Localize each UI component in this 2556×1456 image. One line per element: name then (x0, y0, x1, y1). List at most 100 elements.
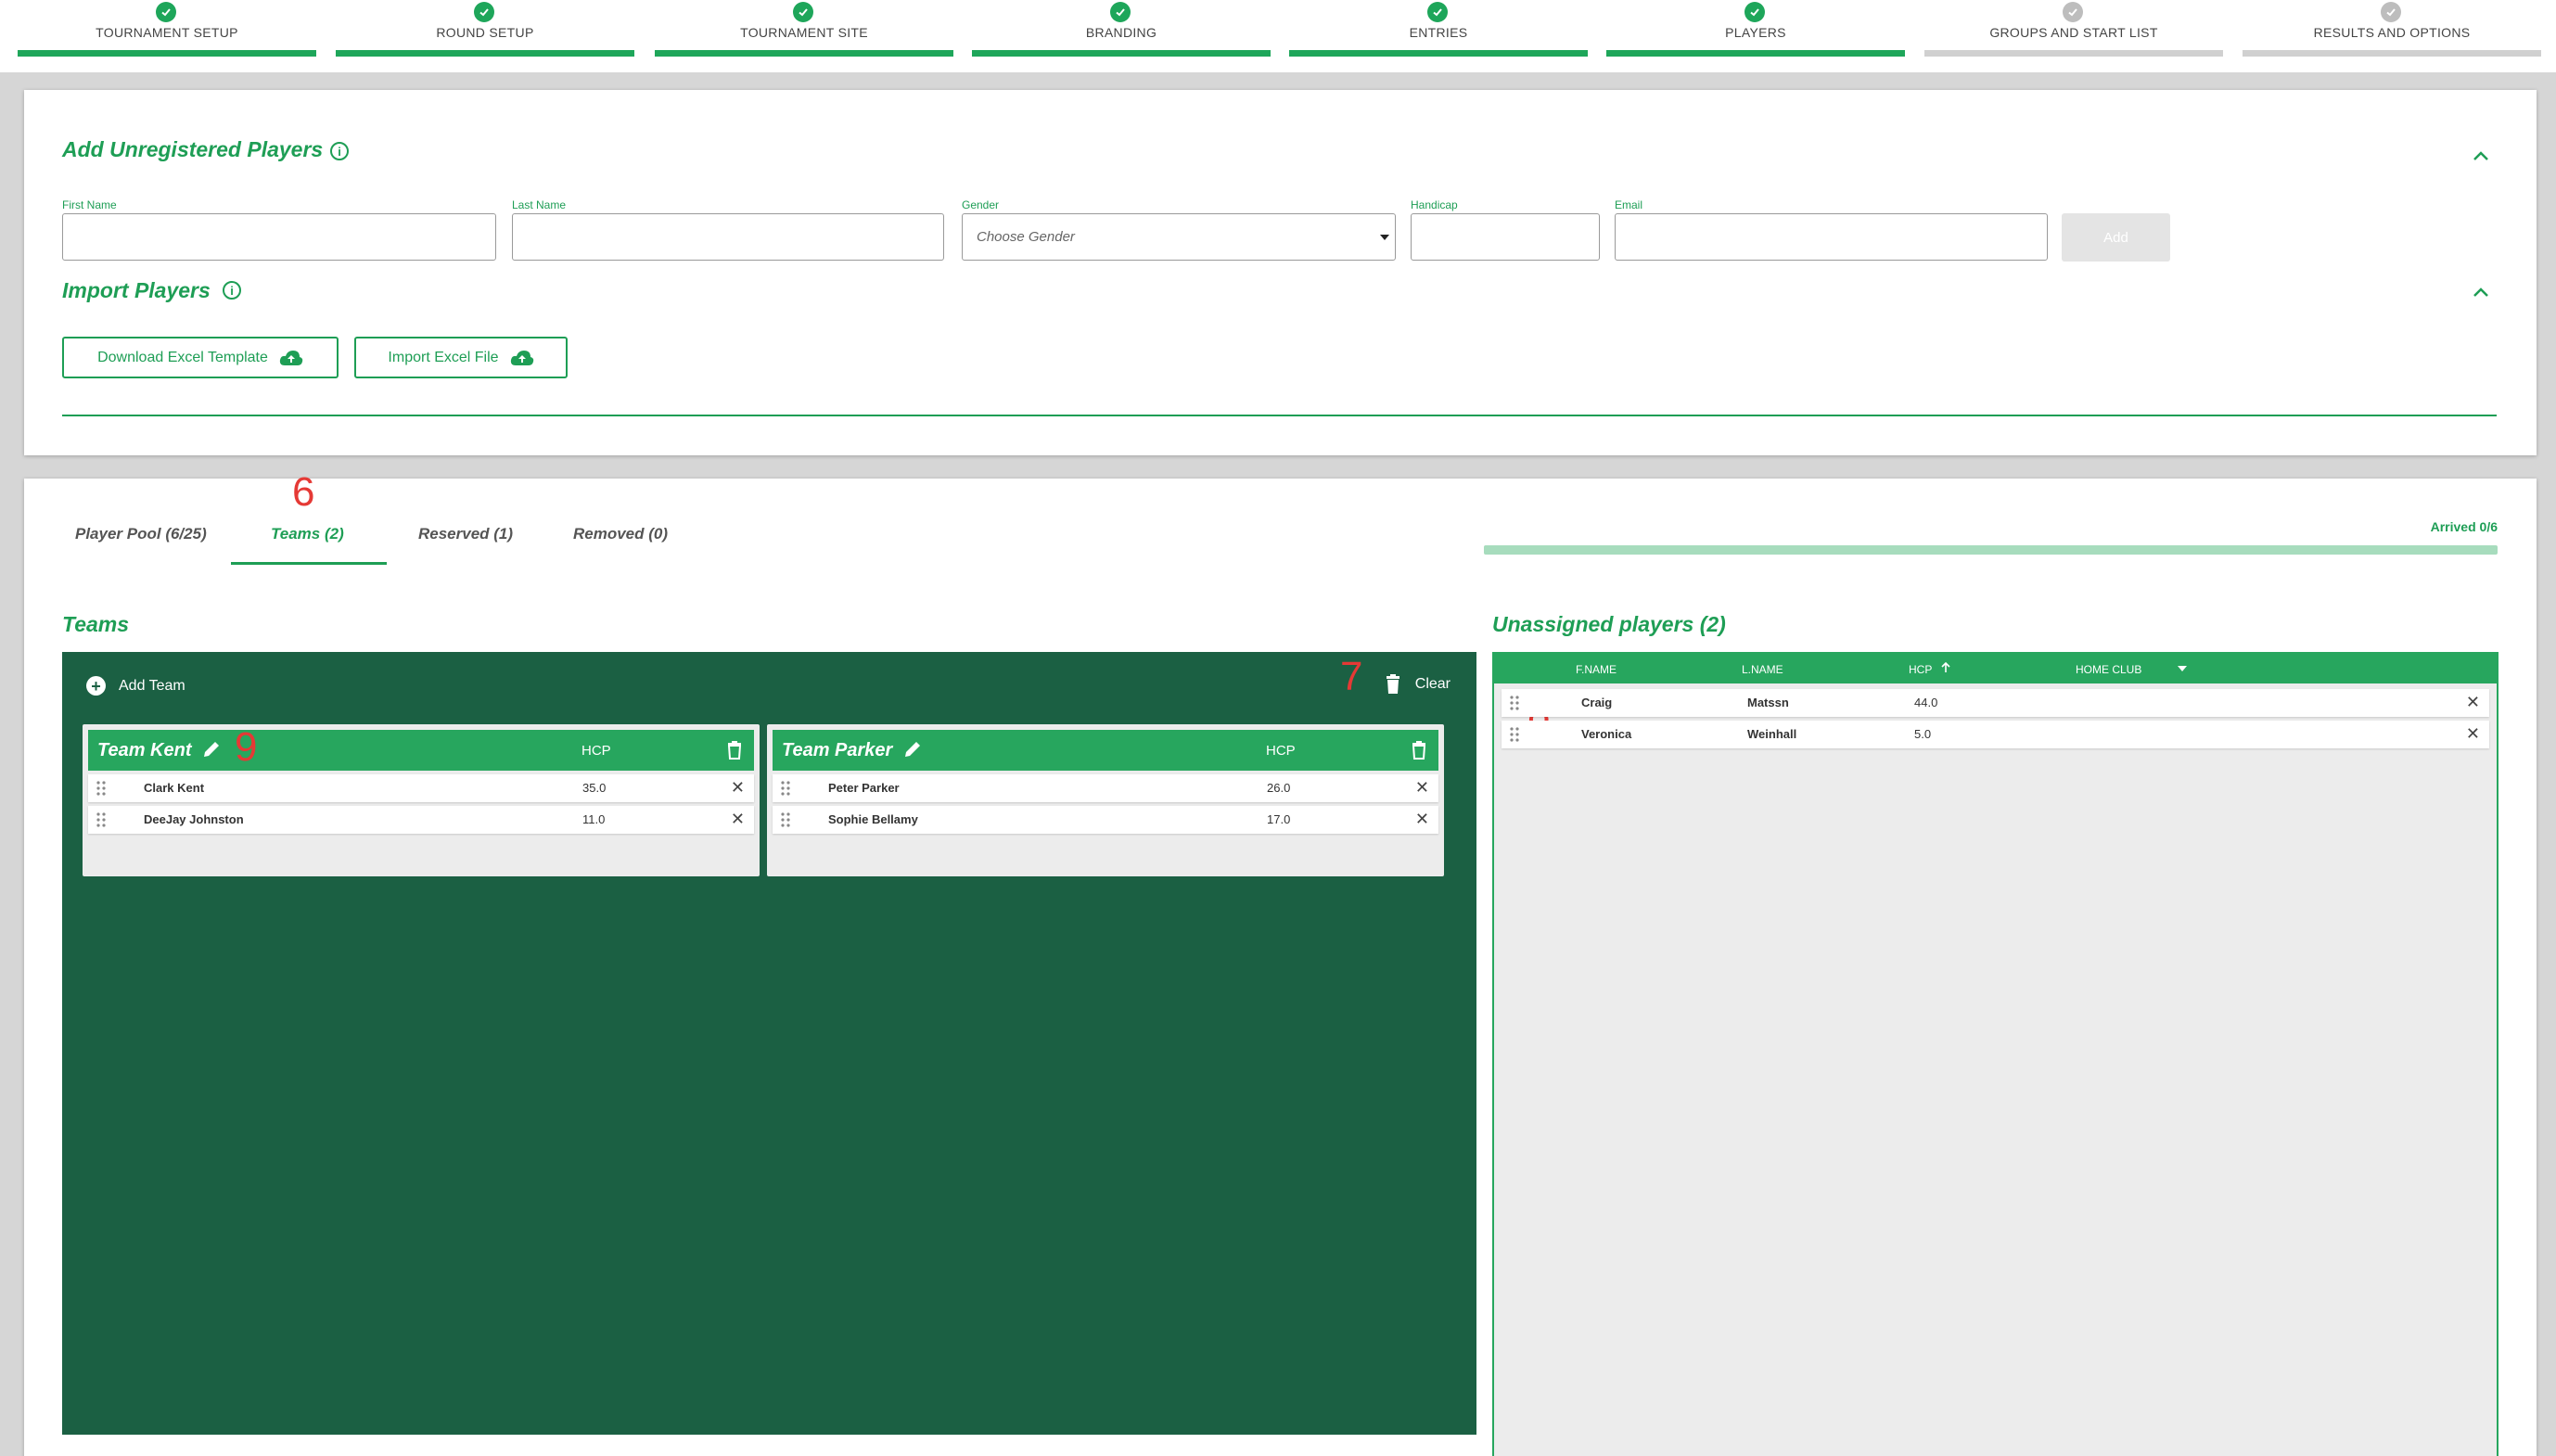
check-icon (793, 2, 813, 22)
email-label: Email (1615, 198, 1643, 211)
first-name-input[interactable] (62, 213, 496, 261)
team-player-row[interactable]: Clark Kent 35.0 ✕ (88, 774, 754, 802)
import-excel-file-button[interactable]: Import Excel File (354, 337, 568, 378)
player-hcp: 44.0 (1914, 696, 1938, 709)
step-label: ROUND SETUP (436, 25, 534, 40)
handicap-label: Handicap (1411, 198, 1458, 211)
tab-reserved[interactable]: Reserved (1) (418, 525, 513, 543)
plus-circle-icon: + (86, 676, 106, 696)
unassigned-table-header: F.NAME L.NAME HCP HOME CLUB (1494, 654, 2497, 683)
team-name: Team Kent (97, 740, 192, 760)
hcp-column-header[interactable]: HCP (1909, 663, 1932, 676)
download-excel-template-button[interactable]: Download Excel Template (62, 337, 339, 378)
player-name: Clark Kent (144, 781, 205, 795)
step-bar (336, 50, 634, 57)
player-assignment-card: Player Pool (6/25) Teams (2) Reserved (1… (24, 469, 2537, 1456)
step-branding[interactable]: BRANDING (972, 0, 1271, 57)
last-name-input[interactable] (512, 213, 944, 261)
tab-teams[interactable]: Teams (2) (271, 525, 344, 543)
home-club-column-header[interactable]: HOME CLUB (2076, 663, 2141, 676)
pencil-icon[interactable] (902, 739, 923, 760)
close-icon[interactable]: ✕ (731, 810, 745, 829)
tab-player-pool[interactable]: Player Pool (6/25) (75, 525, 207, 543)
add-players-card: Add Unregistered Players i First Name La… (24, 90, 2537, 455)
team-name: Team Parker (782, 740, 893, 760)
player-hcp: 11.0 (582, 812, 606, 826)
player-last-name: Weinhall (1747, 727, 1797, 741)
step-bar (972, 50, 1271, 57)
player-hcp: 17.0 (1267, 812, 1291, 826)
step-entries[interactable]: ENTRIES (1289, 0, 1588, 57)
active-tab-indicator (231, 562, 387, 565)
player-hcp: 35.0 (582, 781, 607, 795)
handicap-input[interactable] (1411, 213, 1600, 261)
caret-down-icon[interactable] (2178, 666, 2187, 671)
team-player-row[interactable]: Sophie Bellamy 17.0 ✕ (773, 806, 1438, 834)
drag-handle-icon[interactable] (780, 780, 791, 797)
drag-handle-icon[interactable] (1509, 726, 1520, 743)
cloud-upload-icon (510, 350, 533, 365)
last-name-label: Last Name (512, 198, 567, 211)
step-bar (1606, 50, 1905, 57)
arrived-progress-bar (1484, 545, 2498, 555)
player-name: Peter Parker (828, 781, 900, 795)
step-tournament-site[interactable]: TOURNAMENT SITE (655, 0, 953, 57)
first-name-label: First Name (62, 198, 117, 211)
add-team-label: Add Team (119, 677, 185, 694)
drag-handle-icon[interactable] (1509, 695, 1520, 711)
caret-down-icon (1380, 235, 1389, 240)
step-groups-and-start-list[interactable]: GROUPS AND START LIST (1924, 0, 2223, 57)
chevron-up-icon[interactable] (2470, 146, 2492, 168)
import-players-title: Import Players (62, 278, 211, 302)
close-icon[interactable]: ✕ (1415, 778, 1429, 798)
step-results-and-options[interactable]: RESULTS AND OPTIONS (2243, 0, 2541, 57)
player-last-name: Matssn (1747, 696, 1789, 709)
close-icon[interactable]: ✕ (731, 778, 745, 798)
annotation-9: 9 (235, 724, 258, 770)
lname-column-header[interactable]: L.NAME (1742, 663, 1783, 676)
player-hcp: 5.0 (1914, 727, 1932, 741)
info-icon[interactable]: i (330, 142, 349, 160)
check-icon (1110, 2, 1131, 22)
player-name: Sophie Bellamy (828, 812, 918, 826)
team-hcp-header: HCP (1266, 743, 1296, 759)
trash-icon[interactable] (728, 741, 741, 760)
progress-stepper: TOURNAMENT SETUP ROUND SETUP TOURNAMENT … (0, 0, 2556, 72)
close-icon[interactable]: ✕ (2466, 693, 2480, 712)
player-hcp: 26.0 (1267, 781, 1291, 795)
add-unregistered-title: Add Unregistered Players (62, 137, 324, 161)
team-player-row[interactable]: Peter Parker 26.0 ✕ (773, 774, 1438, 802)
close-icon[interactable]: ✕ (2466, 724, 2480, 744)
unassigned-player-row[interactable]: Veronica Weinhall 5.0 ✕ (1502, 721, 2489, 748)
step-round-setup[interactable]: ROUND SETUP (336, 0, 634, 57)
team-player-row[interactable]: DeeJay Johnston 11.0 ✕ (88, 806, 754, 834)
gender-label: Gender (962, 198, 1000, 211)
annotation-6: 6 (292, 469, 315, 515)
teams-panel: + Add Team 7 Clear Team Kent 9 HCP Clark… (62, 652, 1476, 1435)
fname-column-header[interactable]: F.NAME (1576, 663, 1617, 676)
clear-button[interactable]: Clear (1386, 674, 1451, 695)
info-icon[interactable]: i (223, 281, 241, 300)
close-icon[interactable]: ✕ (1415, 810, 1429, 829)
unassigned-players-panel: F.NAME L.NAME HCP HOME CLUB 8 Craig Mats… (1492, 652, 2498, 1456)
step-label: BRANDING (1085, 25, 1157, 40)
unassigned-player-row[interactable]: Craig Matssn 44.0 ✕ (1502, 689, 2489, 717)
email-input[interactable] (1615, 213, 2048, 261)
chevron-up-icon[interactable] (2470, 282, 2492, 304)
tab-removed[interactable]: Removed (0) (573, 525, 668, 543)
team-card[interactable]: Team Parker HCP Peter Parker 26.0 ✕ Soph… (767, 724, 1444, 876)
step-players[interactable]: PLAYERS (1606, 0, 1905, 57)
drag-handle-icon[interactable] (780, 811, 791, 828)
drag-handle-icon[interactable] (96, 811, 107, 828)
add-team-button[interactable]: + Add Team (86, 676, 185, 696)
pencil-icon[interactable] (201, 739, 222, 760)
gender-select[interactable]: Choose Gender (962, 213, 1396, 261)
team-card[interactable]: Team Kent 9 HCP Clark Kent 35.0 ✕ DeeJay… (83, 724, 760, 876)
add-button[interactable]: Add (2062, 213, 2170, 262)
drag-handle-icon[interactable] (96, 780, 107, 797)
team-hcp-header: HCP (581, 743, 611, 759)
step-tournament-setup[interactable]: TOURNAMENT SETUP (18, 0, 316, 57)
player-first-name: Veronica (1581, 727, 1632, 741)
download-button-label: Download Excel Template (97, 349, 268, 365)
trash-icon[interactable] (1412, 741, 1425, 760)
